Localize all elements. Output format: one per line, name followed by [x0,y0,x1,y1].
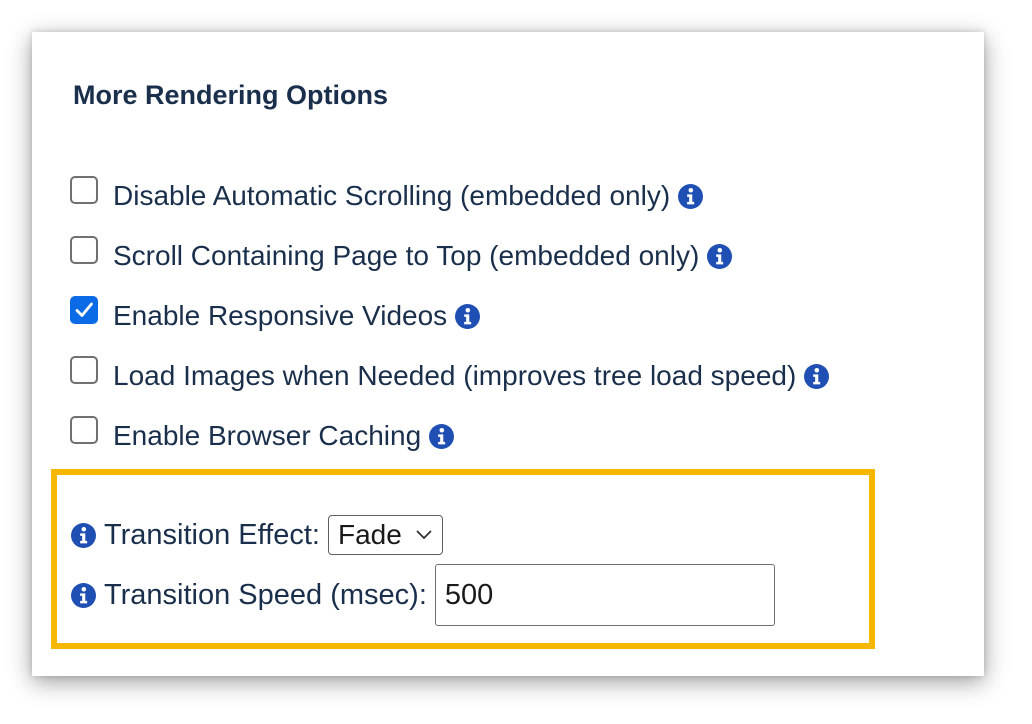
checkbox-disable-automatic-scrolling[interactable] [70,176,98,204]
transition-speed-label: Transition Speed (msec): [104,578,427,611]
option-load-images-when-needed[interactable]: Load Images when Needed (improves tree l… [70,356,830,396]
transition-speed-input[interactable] [434,564,775,626]
info-icon[interactable] [71,522,96,548]
checkbox-scroll-containing-page-to-top[interactable] [70,236,98,264]
section-title: More Rendering Options [73,80,389,110]
option-label: Enable Browser Caching [113,420,422,451]
checkbox-enable-browser-caching[interactable] [70,416,98,444]
info-icon[interactable] [429,423,455,449]
option-label: Enable Responsive Videos [113,300,448,331]
option-enable-browser-caching[interactable]: Enable Browser Caching [70,416,455,456]
option-scroll-containing-page-to-top[interactable]: Scroll Containing Page to Top (embedded … [70,236,733,276]
info-icon[interactable] [707,243,733,269]
info-icon[interactable] [678,183,704,209]
info-icon[interactable] [804,363,830,389]
info-icon[interactable] [455,303,481,329]
checkbox-enable-responsive-videos[interactable] [70,296,98,324]
checkbox-load-images-when-needed[interactable] [70,356,98,384]
transition-settings-highlight: Transition Effect: Fade Transition Speed… [51,469,875,649]
option-disable-automatic-scrolling[interactable]: Disable Automatic Scrolling (embedded on… [70,176,704,216]
transition-speed-row: Transition Speed (msec): [71,564,775,626]
rendering-options-panel: More Rendering Options Disable Automatic… [32,32,984,676]
transition-effect-row: Transition Effect: Fade [71,515,443,555]
checkmark-icon [75,302,93,317]
transition-effect-value: Fade [338,519,402,550]
chevron-down-icon [416,530,432,539]
info-icon[interactable] [71,582,96,608]
transition-effect-label: Transition Effect: [104,518,320,551]
option-enable-responsive-videos[interactable]: Enable Responsive Videos [70,296,481,336]
transition-effect-select[interactable]: Fade [328,515,443,555]
option-label: Disable Automatic Scrolling (embedded on… [113,180,671,211]
option-label: Scroll Containing Page to Top (embedded … [113,240,700,271]
option-label: Load Images when Needed (improves tree l… [113,360,797,391]
